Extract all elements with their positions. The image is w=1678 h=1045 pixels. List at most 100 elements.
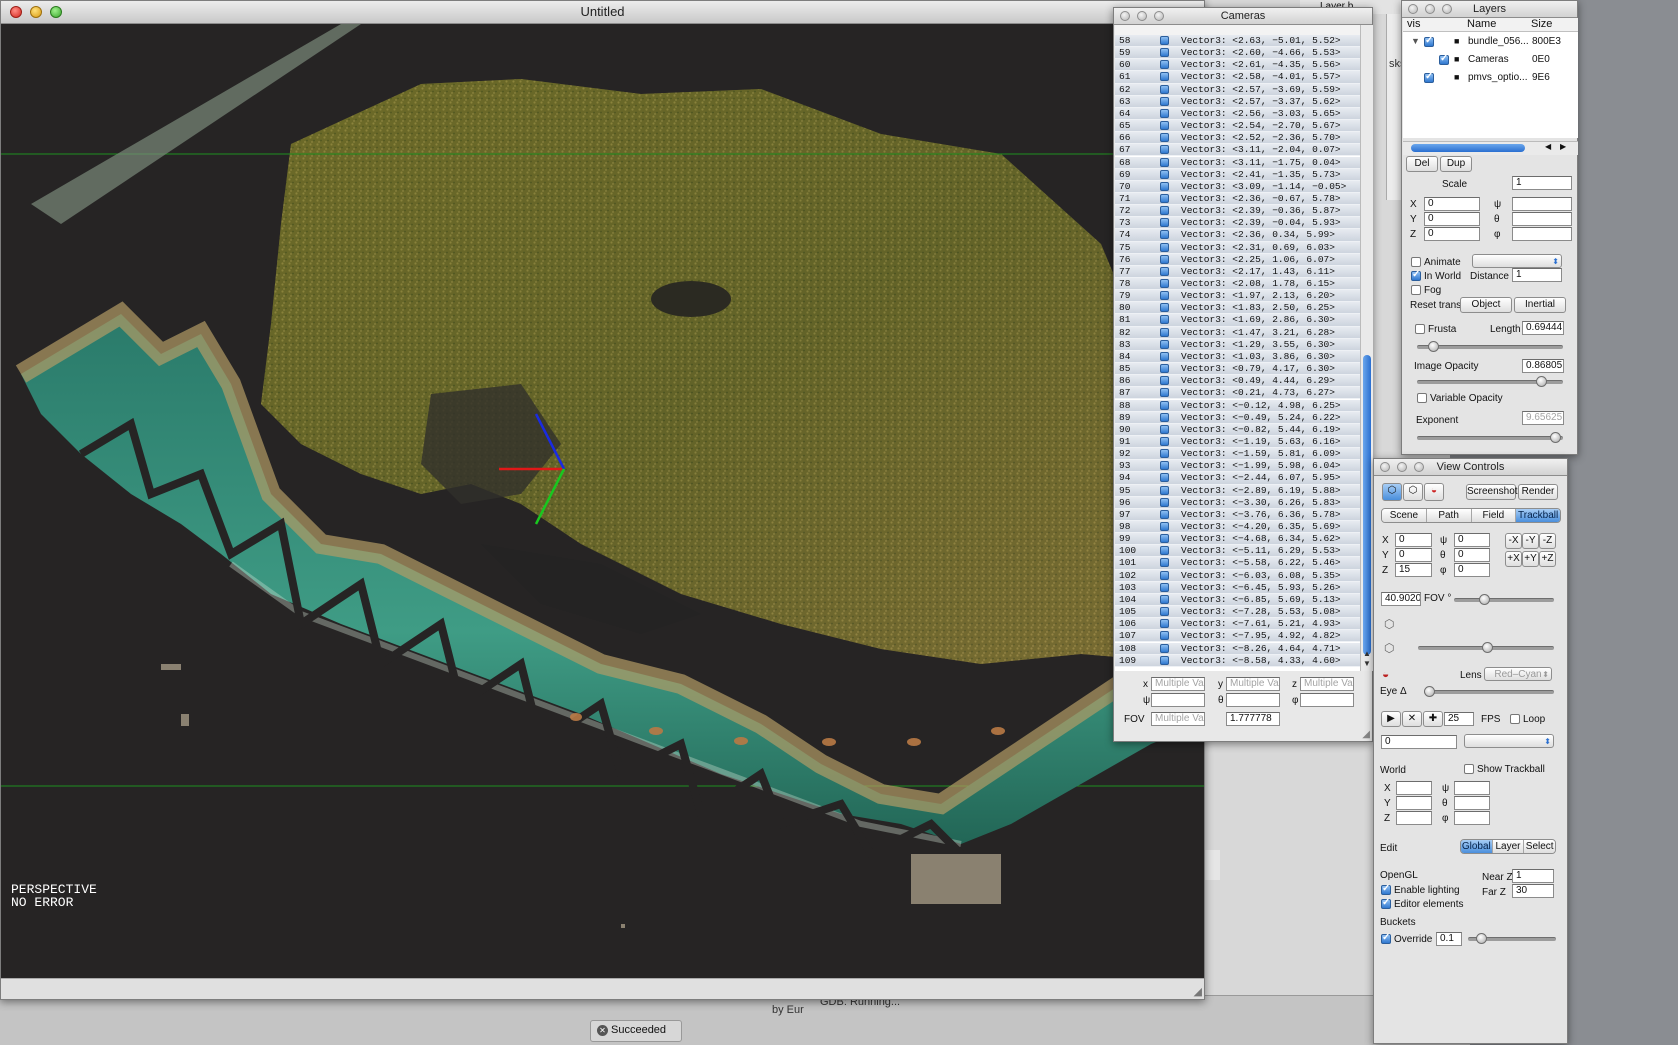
camera-row[interactable]: 63 Vector3: <2.57, −3.37, 5.62> xyxy=(1115,95,1360,108)
perspective-cube-icon[interactable]: ⬡ xyxy=(1382,483,1402,501)
vc-theta-field[interactable]: 0 xyxy=(1454,548,1490,562)
camera-row[interactable]: 96 Vector3: <−3.30, 6.26, 5.83> xyxy=(1115,496,1360,509)
layer-row[interactable]: ▼ ■ bundle_056... 800E3 xyxy=(1403,34,1578,52)
play-icon[interactable]: ▶ xyxy=(1381,711,1401,727)
eye-delta-slider-knob[interactable] xyxy=(1424,686,1435,697)
world-y-field[interactable] xyxy=(1396,796,1432,810)
show-trackball-checkbox[interactable] xyxy=(1464,764,1474,774)
perspective-slider[interactable] xyxy=(1418,642,1554,653)
layer-y-field[interactable]: 0 xyxy=(1424,212,1480,226)
edit-layer[interactable]: Layer xyxy=(1491,840,1524,853)
cameras-resize-grip-icon[interactable]: ◢ xyxy=(1362,729,1370,740)
camera-row[interactable]: 71 Vector3: <2.36, −0.67, 5.78> xyxy=(1115,192,1360,206)
cameras-close-button[interactable] xyxy=(1120,11,1130,21)
camera-visible-checkbox[interactable] xyxy=(1160,497,1169,507)
layers-minimize-button[interactable] xyxy=(1425,4,1435,14)
layers-close-button[interactable] xyxy=(1408,4,1418,14)
override-slider-knob[interactable] xyxy=(1475,933,1487,944)
tab-trackball[interactable]: Trackball xyxy=(1515,509,1560,522)
camera-row[interactable]: 69 Vector3: <2.41, −1.35, 5.73> xyxy=(1115,168,1360,181)
vc-zoom-button[interactable] xyxy=(1414,462,1424,472)
camera-row[interactable]: 80 Vector3: <1.83, 2.50, 6.25> xyxy=(1115,302,1360,315)
override-slider[interactable] xyxy=(1468,933,1556,944)
camera-row[interactable]: 58 Vector3: <2.63, −5.01, 5.52> xyxy=(1115,35,1360,48)
camera-row[interactable]: 72 Vector3: <2.39, −0.36, 5.87> xyxy=(1115,205,1360,218)
camera-row[interactable]: 65 Vector3: <2.54, −2.70, 5.67> xyxy=(1115,120,1360,133)
axis-neg-x-button[interactable]: -X xyxy=(1505,533,1522,549)
layer-z-field[interactable]: 0 xyxy=(1424,227,1480,241)
axis-neg-y-button[interactable]: -Y xyxy=(1522,533,1539,549)
camera-visible-checkbox[interactable] xyxy=(1160,254,1169,264)
camera-visible-checkbox[interactable] xyxy=(1160,145,1169,155)
layer-row[interactable]: ■ Cameras 0E0 xyxy=(1403,52,1578,70)
scroll-left-arrow-icon[interactable]: ◀ xyxy=(1545,142,1551,151)
camera-row[interactable]: 74 Vector3: <2.36, 0.34, 5.99> xyxy=(1115,229,1360,242)
camera-visible-checkbox[interactable] xyxy=(1160,400,1169,410)
camera-visible-checkbox[interactable] xyxy=(1160,206,1169,216)
camera-visible-checkbox[interactable] xyxy=(1160,546,1169,556)
camera-row[interactable]: 70 Vector3: <3.09, −1.14, −0.05> xyxy=(1115,180,1360,193)
camera-visible-checkbox[interactable] xyxy=(1160,84,1169,94)
camera-row[interactable]: 76 Vector3: <2.25, 1.06, 6.07> xyxy=(1115,253,1360,266)
camera-row[interactable]: 61 Vector3: <2.58, −4.01, 5.57> xyxy=(1115,71,1360,84)
layer-visibility-checkbox[interactable] xyxy=(1424,71,1434,83)
in-world-checkbox[interactable] xyxy=(1411,269,1421,281)
camera-row[interactable]: 84 Vector3: <1.03, 3.86, 6.30> xyxy=(1115,350,1360,364)
camera-visible-checkbox[interactable] xyxy=(1160,473,1169,483)
ortho-cube-icon[interactable]: ⬡ xyxy=(1403,483,1423,501)
axis-pos-x-button[interactable]: +X xyxy=(1505,551,1522,567)
camera-visible-checkbox[interactable] xyxy=(1160,72,1169,82)
override-checkbox[interactable] xyxy=(1381,932,1391,944)
camera-row[interactable]: 90 Vector3: <−0.82, 5.44, 6.19> xyxy=(1115,423,1360,436)
camera-visible-checkbox[interactable] xyxy=(1160,388,1169,398)
camera-row[interactable]: 92 Vector3: <−1.59, 5.81, 6.09> xyxy=(1115,448,1360,461)
path-select[interactable]: ⬍ xyxy=(1464,734,1554,748)
disclosure-triangle-icon[interactable]: ▼ xyxy=(1411,36,1420,46)
camera-visible-checkbox[interactable] xyxy=(1160,449,1169,459)
scroll-down-arrow-icon[interactable]: ▼ xyxy=(1363,659,1371,668)
camera-row[interactable]: 59 Vector3: <2.60, −4.66, 5.53> xyxy=(1115,47,1360,60)
cam-fov-field[interactable]: Multiple Va xyxy=(1151,712,1205,726)
stop-icon[interactable]: ✕ xyxy=(1402,711,1422,727)
camera-row[interactable]: 81 Vector3: <1.69, 2.86, 6.30> xyxy=(1115,314,1360,327)
frusta-checkbox[interactable] xyxy=(1415,324,1425,334)
cam-phi-field[interactable] xyxy=(1300,693,1354,707)
camera-row[interactable]: 103 Vector3: <−6.45, 5.93, 5.26> xyxy=(1115,581,1360,594)
camera-row[interactable]: 106 Vector3: <−7.61, 5.21, 4.93> xyxy=(1115,618,1360,631)
camera-row[interactable]: 99 Vector3: <−4.68, 6.34, 5.62> xyxy=(1115,533,1360,546)
reset-object-button[interactable]: Object xyxy=(1460,297,1512,313)
eye-delta-slider[interactable] xyxy=(1424,686,1554,697)
length-slider-knob[interactable] xyxy=(1427,341,1439,352)
edit-global[interactable]: Global xyxy=(1461,840,1492,853)
camera-visible-checkbox[interactable] xyxy=(1160,242,1169,252)
camera-row[interactable]: 68 Vector3: <3.11, −1.75, 0.04> xyxy=(1115,156,1360,169)
layers-hscroll-thumb[interactable] xyxy=(1411,144,1525,152)
point-cloud-viewport[interactable]: PERSPECTIVE NO ERROR xyxy=(1,24,1204,999)
camera-visible-checkbox[interactable] xyxy=(1160,60,1169,70)
camera-visible-checkbox[interactable] xyxy=(1160,376,1169,386)
minimize-button[interactable] xyxy=(30,6,42,18)
render-button[interactable]: Render xyxy=(1518,484,1558,500)
vc-minimize-button[interactable] xyxy=(1397,462,1407,472)
camera-visible-checkbox[interactable] xyxy=(1160,169,1169,179)
camera-visible-checkbox[interactable] xyxy=(1160,315,1169,325)
scroll-up-arrow-icon[interactable]: ▲ xyxy=(1363,649,1371,658)
variable-opacity-checkbox[interactable] xyxy=(1417,393,1427,403)
camera-row[interactable]: 73 Vector3: <2.39, −0.04, 5.93> xyxy=(1115,217,1360,230)
camera-visible-checkbox[interactable] xyxy=(1160,230,1169,240)
camera-row[interactable]: 97 Vector3: <−3.76, 6.36, 5.78> xyxy=(1115,508,1360,521)
vc-x-field[interactable]: 0 xyxy=(1395,533,1432,547)
cameras-scrollbar[interactable]: ▲ ▼ xyxy=(1360,25,1373,671)
tab-scene[interactable]: Scene xyxy=(1382,509,1426,522)
camera-visible-checkbox[interactable] xyxy=(1160,339,1169,349)
image-opacity-field[interactable]: 0.86805 xyxy=(1522,359,1564,373)
override-field[interactable]: 0.1 xyxy=(1436,932,1462,946)
world-theta-field[interactable] xyxy=(1454,796,1490,810)
fps-field[interactable]: 25 xyxy=(1444,712,1474,726)
camera-row[interactable]: 77 Vector3: <2.17, 1.43, 6.11> xyxy=(1115,265,1360,278)
camera-visible-checkbox[interactable] xyxy=(1160,436,1169,446)
layers-hscrollbar[interactable]: ◀ ▶ xyxy=(1403,141,1578,155)
camera-row[interactable]: 91 Vector3: <−1.19, 5.63, 6.16> xyxy=(1115,435,1360,449)
camera-visible-checkbox[interactable] xyxy=(1160,193,1169,203)
image-opacity-slider[interactable] xyxy=(1417,376,1563,387)
